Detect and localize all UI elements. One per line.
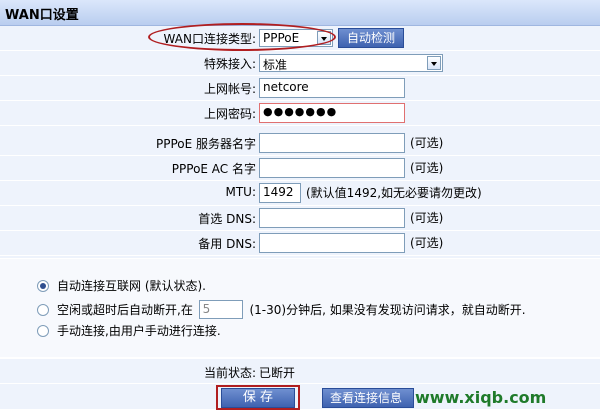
status-label: 当前状态: — [203, 366, 256, 380]
radio-idle-disconnect-button[interactable] — [37, 303, 49, 316]
ac-name-hint: (可选) — [410, 161, 444, 175]
dns1-hint: (可选) — [410, 211, 444, 225]
mtu-field: 1492 — [259, 183, 301, 203]
radio-manual-connect-button[interactable] — [37, 324, 49, 337]
server-name-label: PPPoE 服务器名字 — [155, 137, 256, 151]
chevron-down-icon — [317, 31, 331, 45]
row-dns1: 首选 DNS: (可选) — [0, 206, 600, 231]
server-name-hint: (可选) — [410, 136, 444, 150]
account-field: netcore — [259, 78, 405, 98]
dns1-field — [259, 208, 405, 228]
radio-manual-connect-label: 手动连接,由用户手动进行连接. — [57, 324, 221, 338]
radio-auto-connect-label: 自动连接互联网 (默认状态). — [57, 279, 206, 293]
wan-type-label: WAN口连接类型: — [163, 32, 256, 46]
account-label: 上网帐号: — [203, 82, 256, 96]
mtu-input[interactable]: 1492 — [259, 183, 301, 203]
dns2-field — [259, 233, 405, 253]
special-access-label: 特殊接入: — [203, 57, 256, 71]
password-field: ●●●●●●● — [259, 103, 405, 123]
special-access-field: 标准 — [259, 54, 443, 74]
radio-auto-connect-button[interactable] — [37, 279, 49, 292]
button-bar: 保 存 查看连接信息 www.xiqb.com — [0, 384, 600, 410]
wan-type-value: PPPoE — [263, 31, 300, 45]
auto-detect-button[interactable]: 自动检测 — [338, 28, 404, 48]
section-header: WAN口设置 — [0, 0, 600, 26]
dns1-label: 首选 DNS: — [198, 212, 256, 226]
row-password: 上网密码: ●●●●●●● — [0, 101, 600, 126]
status-row: 当前状态: 已断开 — [0, 359, 600, 383]
ac-name-input[interactable] — [259, 158, 405, 178]
save-button[interactable]: 保 存 — [221, 388, 295, 408]
ac-name-label: PPPoE AC 名字 — [171, 162, 256, 176]
wan-type-select[interactable]: PPPoE — [259, 29, 333, 47]
special-access-value: 标准 — [263, 58, 288, 72]
wan-settings-form: WAN口连接类型: PPPoE 自动检测 特殊接入: 标准 上网帐号: netc… — [0, 23, 600, 258]
server-name-input[interactable] — [259, 133, 405, 153]
connect-mode-group: 自动连接互联网 (默认状态). 空闲或超时后自动断开,在 5 (1-30)分钟后… — [0, 259, 600, 357]
server-name-field — [259, 133, 405, 153]
radio-idle-suffix: (1-30)分钟后, 如果没有发现访问请求，就自动断开. — [249, 303, 526, 317]
wan-type-field: PPPoE — [259, 29, 333, 49]
watermark-logo: www.xiqb.com — [415, 388, 547, 407]
mtu-hint: (默认值1492,如无必要请勿更改) — [306, 186, 482, 200]
ac-name-field — [259, 158, 405, 178]
special-access-select[interactable]: 标准 — [259, 54, 443, 72]
mtu-label: MTU: — [225, 185, 256, 199]
radio-idle-disconnect[interactable]: 空闲或超时后自动断开,在 5 (1-30)分钟后, 如果没有发现访问请求，就自动… — [37, 300, 526, 320]
idle-minutes-input[interactable]: 5 — [198, 300, 243, 319]
row-account: 上网帐号: netcore — [0, 76, 600, 101]
section-title: WAN口设置 — [5, 8, 79, 23]
view-connection-info-button[interactable]: 查看连接信息 — [322, 388, 414, 408]
row-ac-name: PPPoE AC 名字 (可选) — [0, 156, 600, 181]
radio-manual-connect[interactable]: 手动连接,由用户手动进行连接. — [37, 322, 221, 342]
status-value: 已断开 — [259, 366, 296, 380]
row-special-access: 特殊接入: 标准 — [0, 51, 600, 76]
password-label: 上网密码: — [203, 107, 256, 121]
dns2-label: 备用 DNS: — [198, 237, 256, 251]
dns2-input[interactable] — [259, 233, 405, 253]
account-input[interactable]: netcore — [259, 78, 405, 98]
radio-auto-connect[interactable]: 自动连接互联网 (默认状态). — [37, 277, 206, 297]
dns1-input[interactable] — [259, 208, 405, 228]
row-dns2: 备用 DNS: (可选) — [0, 231, 600, 256]
row-mtu: MTU: 1492 (默认值1492,如无必要请勿更改) — [0, 181, 600, 206]
dns2-hint: (可选) — [410, 236, 444, 250]
radio-idle-prefix: 空闲或超时后自动断开,在 — [57, 303, 193, 317]
row-server-name: PPPoE 服务器名字 (可选) — [0, 131, 600, 156]
row-wan-type: WAN口连接类型: PPPoE 自动检测 — [0, 23, 600, 51]
chevron-down-icon — [427, 56, 441, 70]
password-input[interactable]: ●●●●●●● — [259, 103, 405, 123]
